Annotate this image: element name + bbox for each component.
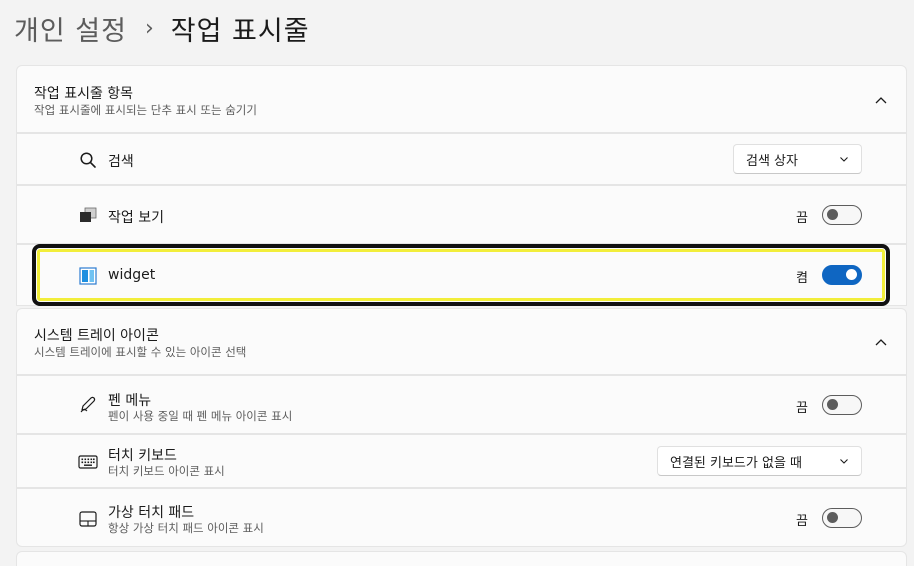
- virtual-touchpad-toggle[interactable]: [822, 508, 862, 528]
- pen-menu-label: 펜 메뉴: [108, 393, 152, 409]
- touch-keyboard-dropdown[interactable]: 연결된 키보드가 없을 때: [657, 446, 862, 476]
- task-view-icon: [80, 207, 97, 222]
- touch-keyboard-value: 연결된 키보드가 없을 때: [670, 455, 802, 471]
- pen-menu-state-label: 끔: [796, 401, 808, 416]
- task-view-toggle[interactable]: [822, 205, 862, 225]
- virtual-touchpad-description: 항상 가상 터치 패드 아이콘 표시: [108, 521, 264, 535]
- touchpad-icon: [79, 511, 97, 527]
- taskbar-items-title: 작업 표시줄 항목: [34, 86, 134, 102]
- toggle-knob: [827, 209, 838, 220]
- chevron-up-icon[interactable]: [874, 93, 888, 107]
- task-view-state-label: 끔: [796, 211, 808, 226]
- taskbar-items-subtitle: 작업 표시줄에 표시되는 단추 표시 또는 숨기기: [34, 103, 257, 117]
- taskbar-item-task-view: 작업 보기 끔: [16, 185, 907, 244]
- system-tray-header[interactable]: 시스템 트레이 아이콘 시스템 트레이에 표시할 수 있는 아이콘 선택: [16, 308, 907, 375]
- breadcrumb-parent-link[interactable]: 개인 설정: [14, 9, 127, 48]
- taskbar-item-search: 검색 검색 상자: [16, 133, 907, 185]
- chevron-down-icon: [840, 459, 848, 464]
- chevron-up-icon[interactable]: [874, 335, 888, 349]
- page-title: 작업 표시줄: [170, 15, 310, 47]
- highlight-frame: [32, 244, 890, 306]
- taskbar-items-header[interactable]: 작업 표시줄 항목 작업 표시줄에 표시되는 단추 표시 또는 숨기기: [16, 65, 907, 133]
- tray-item-touch-keyboard: 터치 키보드 터치 키보드 아이콘 표시 연결된 키보드가 없을 때: [16, 434, 907, 488]
- virtual-touchpad-label: 가상 터치 패드: [108, 505, 195, 521]
- touch-keyboard-label: 터치 키보드: [108, 448, 177, 464]
- pen-icon: [80, 396, 96, 413]
- search-icon: [80, 152, 96, 168]
- toggle-knob: [827, 512, 838, 523]
- tray-item-virtual-touchpad: 가상 터치 패드 항상 가상 터치 패드 아이콘 표시 끔: [16, 488, 907, 547]
- virtual-touchpad-state-label: 끔: [796, 514, 808, 529]
- next-group-card: [16, 551, 907, 566]
- pen-menu-toggle[interactable]: [822, 395, 862, 415]
- touch-keyboard-description: 터치 키보드 아이콘 표시: [108, 464, 225, 478]
- system-tray-subtitle: 시스템 트레이에 표시할 수 있는 아이콘 선택: [34, 345, 247, 359]
- keyboard-icon: [78, 455, 98, 469]
- breadcrumb-separator-icon: ›: [144, 15, 155, 41]
- search-mode-dropdown[interactable]: 검색 상자: [733, 144, 862, 174]
- search-label: 검색: [108, 154, 134, 170]
- pen-menu-description: 펜이 사용 중일 때 펜 메뉴 아이콘 표시: [108, 409, 293, 423]
- breadcrumb: 개인 설정 › 작업 표시줄: [14, 8, 310, 48]
- search-mode-value: 검색 상자: [746, 153, 798, 169]
- system-tray-title: 시스템 트레이 아이콘: [34, 328, 159, 344]
- chevron-down-icon: [840, 157, 848, 162]
- tray-item-pen-menu: 펜 메뉴 펜이 사용 중일 때 펜 메뉴 아이콘 표시 끔: [16, 375, 907, 434]
- toggle-knob: [827, 399, 838, 410]
- task-view-label: 작업 보기: [108, 210, 164, 226]
